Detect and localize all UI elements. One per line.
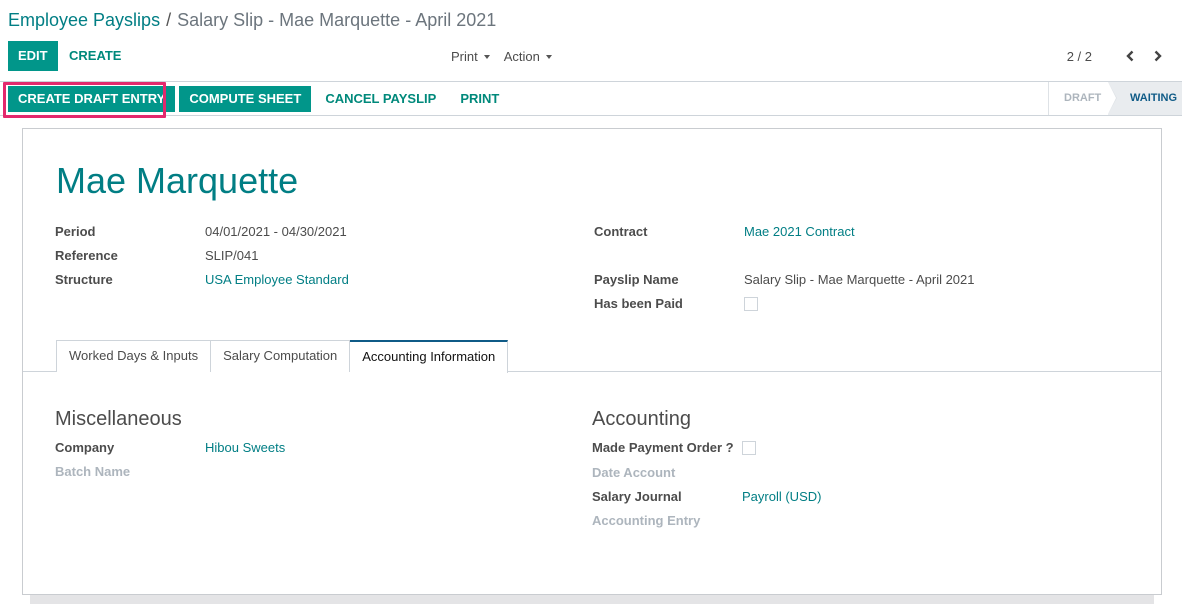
- field-accounting-entry: Accounting Entry: [592, 513, 742, 529]
- breadcrumb: Employee Payslips / Salary Slip - Mae Marq…: [8, 9, 496, 31]
- breadcrumb-current: Salary Slip - Mae Marquette - April 2021: [177, 10, 497, 30]
- field-label: Reference: [55, 248, 118, 263]
- statusbar: CREATE DRAFT ENTRY COMPUTE SHEET CANCEL …: [0, 81, 1182, 118]
- chevron-right-icon: [1154, 50, 1162, 62]
- field-has-been-paid: Has been Paid: [594, 296, 758, 312]
- status-stages: DRAFT WAITING: [1048, 82, 1182, 115]
- cancel-payslip-button[interactable]: CANCEL PAYSLIP: [315, 86, 446, 112]
- caret-down-icon: [483, 54, 490, 59]
- field-label: Made Payment Order ?: [592, 440, 734, 455]
- reference-value: SLIP/041: [205, 248, 259, 263]
- chevron-left-icon: [1126, 50, 1134, 62]
- field-structure: Structure USA Employee Standard: [55, 272, 349, 288]
- field-label: Date Account: [592, 465, 676, 480]
- tab-worked-days-inputs[interactable]: Worked Days & Inputs: [56, 340, 212, 372]
- field-label: Accounting Entry: [592, 513, 701, 528]
- field-payslip-name: Payslip Name Salary Slip - Mae Marquette…: [594, 272, 975, 288]
- field-label: Structure: [55, 272, 113, 287]
- notebook-tabs: Worked Days & Inputs Salary Computation …: [56, 340, 509, 373]
- pager-previous-button[interactable]: [1120, 46, 1140, 66]
- miscellaneous-group-title: Miscellaneous: [55, 408, 182, 430]
- field-batch-name: Batch Name: [55, 464, 205, 480]
- period-value: 04/01/2021 - 04/30/2021: [205, 224, 347, 239]
- pager-value[interactable]: 2 / 2: [1067, 49, 1092, 64]
- field-label: Company: [55, 440, 115, 455]
- made-payment-order-checkbox[interactable]: [742, 441, 756, 455]
- structure-link[interactable]: USA Employee Standard: [205, 272, 349, 288]
- field-made-payment-order: Made Payment Order ?: [592, 440, 756, 456]
- pager-next-button[interactable]: [1148, 46, 1168, 66]
- employee-name-title: Mae Marquette: [56, 160, 299, 201]
- create-button[interactable]: CREATE: [59, 41, 131, 71]
- pager: 2 / 2: [1067, 41, 1168, 71]
- field-date-account: Date Account: [592, 465, 742, 481]
- field-reference: Reference SLIP/041: [55, 248, 259, 264]
- stage-waiting[interactable]: WAITING: [1108, 82, 1182, 115]
- print-dropdown[interactable]: Print: [451, 49, 490, 64]
- field-label: Batch Name: [55, 464, 131, 479]
- action-dropdown-label: Action: [503, 48, 540, 64]
- breadcrumb-separator: /: [166, 10, 172, 30]
- salary-journal-link[interactable]: Payroll (USD): [742, 489, 821, 505]
- field-period: Period 04/01/2021 - 04/30/2021: [55, 224, 347, 240]
- compute-sheet-button[interactable]: COMPUTE SHEET: [179, 86, 312, 112]
- action-dropdown[interactable]: Action: [504, 49, 552, 64]
- has-been-paid-checkbox[interactable]: [744, 297, 758, 311]
- edit-button[interactable]: EDIT: [8, 41, 58, 71]
- field-label: Payslip Name: [594, 272, 679, 287]
- contract-link[interactable]: Mae 2021 Contract: [744, 224, 855, 240]
- field-label: Contract: [594, 224, 648, 239]
- company-link[interactable]: Hibou Sweets: [205, 440, 285, 456]
- tab-salary-computation[interactable]: Salary Computation: [211, 340, 351, 372]
- statusbar-buttons: CREATE DRAFT ENTRY COMPUTE SHEET CANCEL …: [8, 86, 513, 112]
- stage-draft[interactable]: DRAFT: [1048, 82, 1117, 115]
- caret-down-icon: [545, 54, 552, 59]
- form-sheet: Mae Marquette Period 04/01/2021 - 04/30/…: [22, 128, 1162, 595]
- print-button[interactable]: PRINT: [450, 86, 509, 112]
- field-label: Has been Paid: [594, 296, 683, 311]
- print-dropdown-label: Print: [451, 48, 478, 64]
- field-label: Period: [55, 224, 96, 239]
- payslip-name-value: Salary Slip - Mae Marquette - April 2021: [744, 272, 975, 287]
- field-label: Salary Journal: [592, 489, 682, 504]
- tab-accounting-information[interactable]: Accounting Information: [350, 340, 509, 373]
- action-dropdowns: Print Action: [451, 41, 566, 71]
- field-contract: Contract Mae 2021 Contract: [594, 224, 855, 240]
- accounting-group-title: Accounting: [592, 408, 691, 430]
- field-salary-journal: Salary Journal Payroll (USD): [592, 489, 821, 505]
- create-draft-entry-button[interactable]: CREATE DRAFT ENTRY: [8, 86, 176, 112]
- field-company: Company Hibou Sweets: [55, 440, 285, 456]
- breadcrumb-employee-payslips[interactable]: Employee Payslips: [8, 10, 160, 30]
